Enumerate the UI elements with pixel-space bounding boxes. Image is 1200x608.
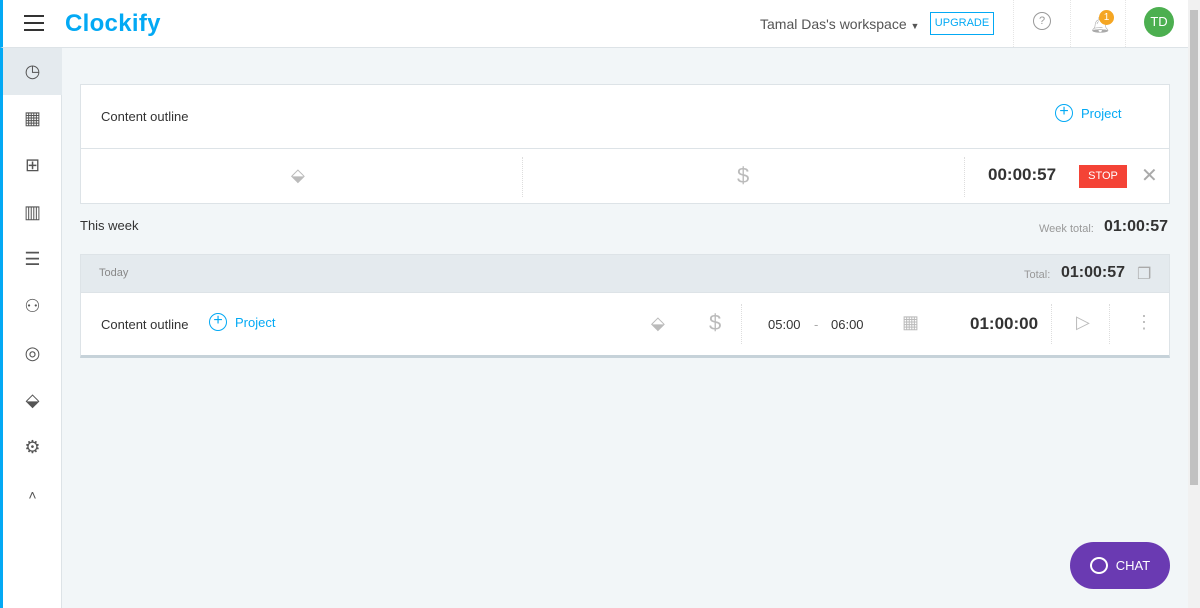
project-label: Project [1081, 105, 1122, 121]
sidebar: ◷ ▦ ⊞ ▥ ☰ ⚇ ◎ ⬙ ⚙ ˄ [0, 48, 62, 608]
time-entry-row: Content outline + Project ⬙ $ 05:00 - 06:… [81, 294, 1169, 354]
week-total-label: Week total: [1039, 223, 1094, 235]
logo[interactable]: Clockify [65, 10, 161, 38]
divider [1070, 0, 1071, 47]
stop-button[interactable]: STOP [1079, 165, 1127, 188]
timer-display: 00:00:57 [988, 165, 1057, 184]
top-bar: Clockify Tamal Das's workspace ▼ UPGRADE… [0, 0, 1188, 48]
plus-circle-icon: + [1055, 104, 1073, 122]
chat-button[interactable]: CHAT [1070, 542, 1170, 589]
avatar[interactable]: TD [1144, 7, 1174, 37]
help-icon[interactable]: ? [1033, 12, 1051, 30]
sidebar-item-reports[interactable]: ▥ [3, 189, 62, 236]
start-time[interactable]: 05:00 [768, 317, 801, 332]
bulk-edit-icon[interactable]: ❐ [1137, 264, 1151, 284]
divider [741, 304, 742, 344]
calendar-icon[interactable]: ▦ [902, 312, 919, 333]
day-label: Today [99, 267, 129, 279]
description-input[interactable]: Content outline [101, 109, 188, 124]
divider [1109, 304, 1110, 344]
sidebar-item-settings[interactable]: ⚙ [3, 424, 62, 471]
workspace-name: Tamal Das's workspace [760, 16, 907, 32]
day-group: Today Total: 01:00:57 ❐ Content outline … [80, 254, 1170, 358]
chat-label: CHAT [1115, 558, 1151, 573]
sidebar-collapse[interactable]: ˄ [3, 471, 62, 518]
play-icon[interactable]: ▷ [1076, 312, 1090, 333]
caret-down-icon: ▼ [910, 21, 920, 31]
sidebar-item-calendar[interactable]: ▦ [3, 95, 62, 142]
project-label: Project [235, 314, 276, 330]
entry-project-picker[interactable]: + Project [209, 313, 275, 331]
sidebar-item-projects[interactable]: ☰ [3, 236, 62, 283]
day-total-label: Total: [1024, 269, 1051, 281]
clock-icon: ◷ [24, 61, 41, 81]
document-icon: ☰ [24, 249, 41, 269]
tag-icon[interactable]: ⬙ [651, 313, 665, 334]
settings-icon: ⚙ [24, 437, 41, 457]
billable-icon[interactable]: $ [737, 163, 749, 189]
sidebar-item-tags[interactable]: ⬙ [3, 377, 62, 424]
sidebar-item-clients[interactable]: ◎ [3, 330, 62, 377]
tag-icon[interactable]: ⬙ [291, 165, 305, 186]
entry-duration[interactable]: 01:00:00 [970, 314, 1038, 334]
end-time[interactable]: 06:00 [831, 317, 864, 332]
sidebar-item-dashboard[interactable]: ⊞ [3, 142, 62, 189]
chat-bubble-icon [1089, 557, 1108, 574]
notification-badge: 1 [1099, 10, 1114, 25]
day-total-value: 01:00:57 [1061, 264, 1126, 281]
tag-icon: ⬙ [25, 390, 40, 410]
chevron-up-icon: ˄ [28, 486, 37, 503]
day-header: Today Total: 01:00:57 ❐ [81, 255, 1169, 293]
week-label: This week [80, 218, 139, 233]
discard-icon[interactable]: ✕ [1141, 163, 1158, 188]
dashboard-icon: ⊞ [24, 155, 41, 175]
timer-bar: Content outline + Project ⬙ $ 00:00:57 ST… [80, 84, 1170, 204]
divider [522, 157, 523, 197]
divider [1051, 304, 1052, 344]
sidebar-item-time-tracker[interactable]: ◷ [3, 48, 62, 95]
billable-icon[interactable]: $ [709, 310, 721, 336]
entry-description[interactable]: Content outline [101, 317, 188, 332]
scrollbar-thumb[interactable] [1190, 10, 1198, 485]
time-dash: - [814, 317, 819, 332]
menu-icon[interactable] [24, 15, 44, 31]
more-options-icon[interactable]: ⋮ [1135, 312, 1153, 333]
calendar-icon: ▦ [23, 108, 41, 128]
divider [964, 157, 965, 197]
sidebar-item-team[interactable]: ⚇ [3, 283, 62, 330]
client-icon: ◎ [24, 343, 41, 363]
workspace-selector[interactable]: Tamal Das's workspace ▼ [760, 16, 919, 32]
divider [1013, 0, 1014, 47]
week-total-value: 01:00:57 [1104, 218, 1169, 235]
plus-circle-icon: + [209, 313, 227, 331]
divider [1125, 0, 1126, 47]
team-icon: ⚇ [24, 296, 41, 316]
reports-icon: ▥ [23, 202, 41, 222]
upgrade-button[interactable]: UPGRADE [930, 12, 994, 35]
project-picker[interactable]: + Project [1055, 104, 1121, 122]
